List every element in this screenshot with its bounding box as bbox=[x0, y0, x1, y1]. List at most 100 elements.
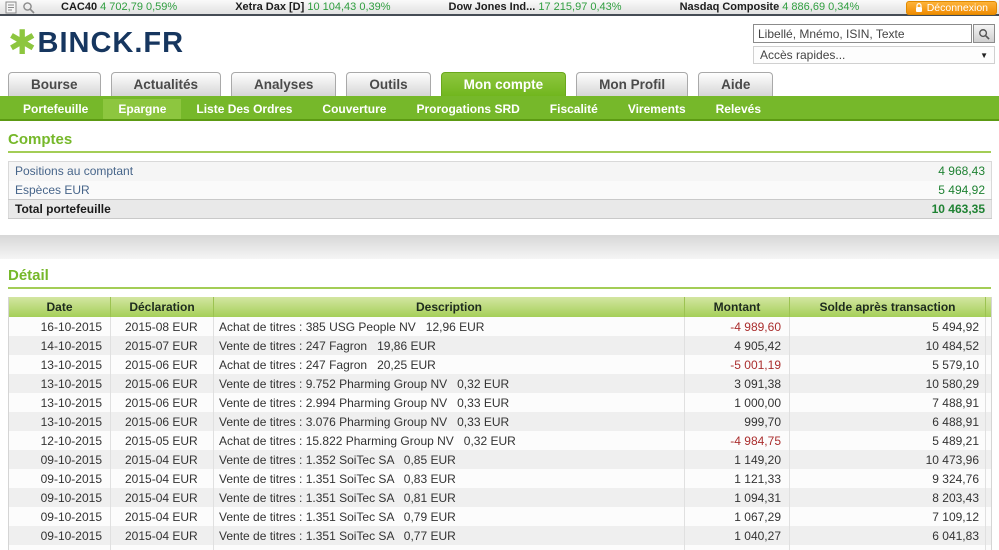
logout-button[interactable]: Déconnexion bbox=[906, 1, 997, 15]
detail-divider bbox=[8, 287, 991, 289]
cell-description: Achat de titres : 247 Fagron 20,25 EUR bbox=[214, 355, 685, 374]
cell-declaration: 2015-04 EUR bbox=[111, 450, 214, 469]
tab-analyses[interactable]: Analyses bbox=[231, 72, 336, 96]
tab-mon-compte[interactable]: Mon compte bbox=[441, 72, 567, 96]
detail-table: DateDéclarationDescriptionMontantSolde a… bbox=[8, 297, 992, 550]
cell-date: 13-10-2015 bbox=[9, 374, 111, 393]
cell-date: 14-10-2015 bbox=[9, 336, 111, 355]
cell-solde: 6 041,83 bbox=[790, 526, 986, 545]
cell-filler bbox=[986, 545, 992, 550]
cell-solde: 7 109,12 bbox=[790, 507, 986, 526]
ticker-label: Nasdaq Composite bbox=[680, 1, 783, 13]
cell-declaration: 2015-06 EUR bbox=[111, 393, 214, 412]
search-area: Accès rapides... ▼ bbox=[753, 24, 995, 64]
chevron-down-icon: ▼ bbox=[980, 51, 988, 60]
detail-title: Détail bbox=[8, 267, 991, 284]
cell-description: Vente de titres : 1.352 SoiTec SA 0,85 E… bbox=[214, 450, 685, 469]
subnav-item-virements[interactable]: Virements bbox=[613, 99, 701, 119]
binck-logo[interactable]: ✱ BINCK.FR bbox=[8, 26, 184, 60]
cell-description: Achat de titres : 15.822 Pharming Group … bbox=[214, 431, 685, 450]
detail-row: 13-10-2015 2015-06 EUR Vente de titres :… bbox=[9, 374, 992, 393]
detail-row: 09-10-2015 2015-04 EUR Vente de titres :… bbox=[9, 526, 992, 545]
cell-date: 09-10-2015 bbox=[9, 526, 111, 545]
cell-description: Vente de titres : 3.076 Pharming Group N… bbox=[214, 412, 685, 431]
ticker-value: 17 215,97 0,43% bbox=[538, 1, 621, 13]
cell-declaration: 2015-04 EUR bbox=[111, 526, 214, 545]
cell-solde: 10 484,52 bbox=[790, 336, 986, 355]
cell-solde: 10 473,96 bbox=[790, 450, 986, 469]
account-value: 5 494,92 bbox=[709, 181, 992, 200]
cell-filler bbox=[986, 469, 992, 488]
tab-bourse[interactable]: Bourse bbox=[8, 72, 101, 96]
cell-filler bbox=[986, 355, 992, 374]
column-header-date: Date bbox=[9, 297, 111, 317]
cell-montant: 1 000,00 bbox=[685, 393, 790, 412]
magnifier-icon[interactable] bbox=[22, 1, 35, 14]
ticker-label: Dow Jones Ind... bbox=[449, 1, 539, 13]
column-header-solde-après-transaction: Solde après transaction bbox=[790, 297, 986, 317]
account-link[interactable]: Positions au comptant bbox=[9, 162, 709, 181]
comptes-divider bbox=[8, 151, 991, 153]
cell-solde: 9 324,76 bbox=[790, 469, 986, 488]
cell-montant: 1 040,27 bbox=[685, 526, 790, 545]
cell-montant: -4 984,75 bbox=[685, 431, 790, 450]
ticker-item[interactable]: CAC40 4 702,79 0,59% bbox=[61, 1, 177, 13]
ticker-item[interactable]: Dow Jones Ind... 17 215,97 0,43% bbox=[449, 1, 622, 13]
cell-date: 13-10-2015 bbox=[9, 355, 111, 374]
cell-date: 09-10-2015 bbox=[9, 469, 111, 488]
tab-mon-profil[interactable]: Mon Profil bbox=[576, 72, 688, 96]
subnav-item-epargne[interactable]: Epargne bbox=[103, 99, 181, 119]
subnav-item-couverture[interactable]: Couverture bbox=[307, 99, 401, 119]
cell-description: Vente de titres : 1.351 SoiTec SA 0,81 E… bbox=[214, 488, 685, 507]
cell-description: Achat de titres : 385 USG People NV 12,9… bbox=[214, 317, 685, 336]
ticker-item[interactable]: Nasdaq Composite 4 886,69 0,34% bbox=[680, 1, 860, 13]
cell-solde: 7 488,91 bbox=[790, 393, 986, 412]
cell-declaration: 2015-04 EUR bbox=[111, 507, 214, 526]
quick-access-dropdown[interactable]: Accès rapides... ▼ bbox=[753, 46, 995, 64]
cell-filler bbox=[986, 374, 992, 393]
cell-description: Vente de titres : 1.351 SoiTec SA 0,77 E… bbox=[214, 526, 685, 545]
subnav-item-fiscalité[interactable]: Fiscalité bbox=[535, 99, 613, 119]
ticker-value: 10 104,43 0,39% bbox=[307, 1, 390, 13]
cell-filler bbox=[986, 526, 992, 545]
tab-actualités[interactable]: Actualités bbox=[111, 72, 222, 96]
tab-outils[interactable]: Outils bbox=[346, 72, 430, 96]
cell-date: 09-10-2015 bbox=[9, 450, 111, 469]
subnav-item-prorogations-srd[interactable]: Prorogations SRD bbox=[401, 99, 534, 119]
detail-row: 09-10-2015 2015-04 EUR Vente de titres :… bbox=[9, 488, 992, 507]
cell-description: Vente de titres : 9.752 Pharming Group N… bbox=[214, 374, 685, 393]
tab-aide[interactable]: Aide bbox=[698, 72, 773, 96]
comptes-total-row: Total portefeuille 10 463,35 bbox=[9, 200, 992, 219]
cell-description: Vente de titres : 1.351 SoiTec SA 0,79 E… bbox=[214, 507, 685, 526]
cell-declaration: 2015-06 EUR bbox=[111, 355, 214, 374]
column-header-filler bbox=[986, 297, 992, 317]
detail-row: 13-10-2015 2015-06 EUR Vente de titres :… bbox=[9, 393, 992, 412]
logo-text: BINCK.FR bbox=[38, 26, 185, 60]
cell-solde: 5 489,21 bbox=[790, 431, 986, 450]
cell-date: 13-10-2015 bbox=[9, 393, 111, 412]
ticker-item[interactable]: Xetra Dax [D] 10 104,43 0,39% bbox=[235, 1, 390, 13]
comptes-row: Positions au comptant 4 968,43 bbox=[9, 162, 992, 181]
cell-declaration: 2015-06 EUR bbox=[111, 412, 214, 431]
cell-montant: 1 094,31 bbox=[685, 488, 790, 507]
subnav-item-relevés[interactable]: Relevés bbox=[701, 99, 776, 119]
cell-solde: 5 579,10 bbox=[790, 355, 986, 374]
cell-description: Vente de titres : 1.351 SoiTec SA 0,83 E… bbox=[214, 469, 685, 488]
search-button[interactable] bbox=[973, 24, 995, 43]
subnav-item-portefeuille[interactable]: Portefeuille bbox=[8, 99, 103, 119]
search-input[interactable] bbox=[753, 24, 972, 43]
detail-row: 16-10-2015 2015-08 EUR Achat de titres :… bbox=[9, 317, 992, 336]
cell-solde: 5 001,56 bbox=[790, 545, 986, 550]
subnav-item-liste-des-ordres[interactable]: Liste Des Ordres bbox=[181, 99, 307, 119]
ticker-label: Xetra Dax [D] bbox=[235, 1, 307, 13]
sub-nav: PortefeuilleEpargneListe Des OrdresCouve… bbox=[0, 99, 999, 121]
detail-row: 14-10-2015 2015-07 EUR Vente de titres :… bbox=[9, 336, 992, 355]
account-link[interactable]: Espèces EUR bbox=[9, 181, 709, 200]
cell-date: 09-10-2015 bbox=[9, 488, 111, 507]
document-icon[interactable] bbox=[5, 1, 17, 14]
detail-row: 09-10-2015 2015-04 EUR Vente de titres :… bbox=[9, 469, 992, 488]
cell-montant: 999,70 bbox=[685, 412, 790, 431]
cell-date: 12-10-2015 bbox=[9, 431, 111, 450]
cell-filler bbox=[986, 488, 992, 507]
cell-date: 08-10-2015 bbox=[9, 545, 111, 550]
